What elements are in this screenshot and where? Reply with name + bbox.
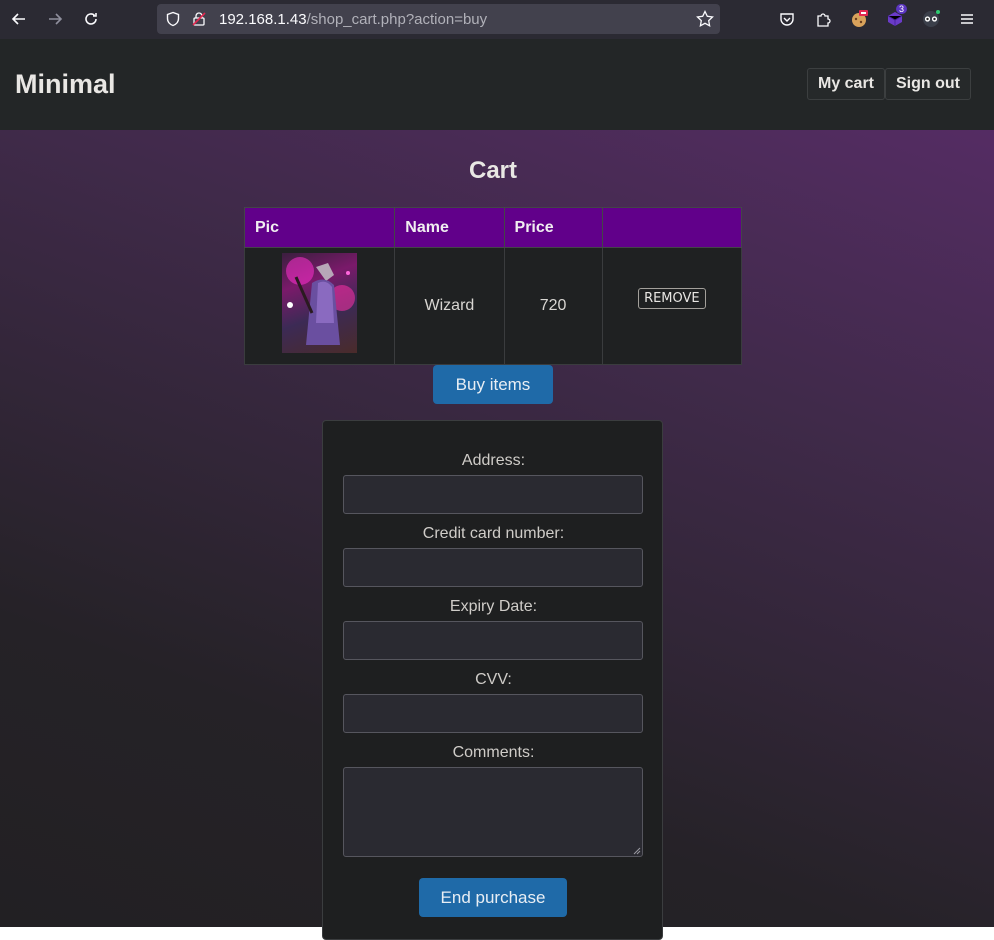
bookmark-star-icon[interactable] — [696, 9, 714, 32]
checkout-form: Address: Credit card number: Expiry Date… — [322, 420, 663, 940]
cube-extension-icon[interactable]: 3 — [884, 4, 908, 30]
pocket-icon[interactable] — [776, 8, 798, 30]
cvv-label: CVV: — [475, 671, 512, 688]
address-field[interactable] — [343, 475, 643, 514]
my-cart-button[interactable]: My cart — [807, 68, 885, 100]
wizard-thumbnail — [282, 252, 358, 353]
cookie-extension-icon[interactable] — [848, 8, 870, 30]
cart-title: Cart — [468, 157, 517, 184]
card-number-label: Credit card number: — [422, 525, 565, 542]
url-host: 192.168.1.43 — [219, 11, 307, 28]
product-name-cell: Wizard — [394, 247, 505, 365]
card-number-field[interactable] — [343, 548, 643, 587]
comments-textarea[interactable] — [343, 767, 643, 857]
address-bar[interactable]: 192.168.1.43/shop_cart.php?action=buy — [157, 4, 720, 34]
brand-title[interactable]: Minimal — [15, 69, 116, 100]
buy-items-button[interactable]: Buy items — [433, 365, 553, 404]
sign-out-button[interactable]: Sign out — [885, 68, 971, 100]
expiry-date-label: Expiry Date: — [449, 598, 538, 615]
address-label: Address: — [461, 452, 526, 469]
browser-toolbar: 192.168.1.43/shop_cart.php?action=buy 3 — [0, 0, 994, 39]
site-header: Minimal My cart Sign out — [0, 39, 994, 130]
back-icon[interactable] — [8, 8, 30, 30]
cvv-field[interactable] — [343, 694, 643, 733]
expiry-date-field[interactable] — [343, 621, 643, 660]
url-path: /shop_cart.php?action=buy — [306, 11, 488, 28]
menu-hamburger-icon[interactable] — [956, 8, 978, 30]
url-text: 192.168.1.43/shop_cart.php?action=buy — [219, 11, 487, 28]
column-header-pic: Pic — [243, 207, 396, 248]
cart-table: Pic Name Price Wizard 720 REMOVE — [243, 207, 743, 365]
end-purchase-button[interactable]: End purchase — [419, 878, 567, 917]
extension-badge: 3 — [896, 4, 908, 14]
column-header-name: Name — [394, 207, 505, 248]
product-pic-cell — [243, 247, 396, 365]
reload-icon[interactable] — [80, 8, 102, 30]
insecure-lock-icon[interactable] — [191, 11, 207, 31]
forward-icon[interactable] — [44, 8, 66, 30]
extensions-puzzle-icon[interactable] — [812, 8, 834, 30]
cart-header-row: Pic Name Price — [243, 207, 743, 248]
product-actions-cell: REMOVE — [601, 247, 743, 365]
shield-icon[interactable] — [165, 11, 181, 31]
column-header-price: Price — [503, 207, 603, 248]
remove-button[interactable]: REMOVE — [638, 287, 706, 309]
table-row: Wizard 720 REMOVE — [243, 247, 743, 365]
product-price-cell: 720 — [503, 247, 603, 365]
page-body: Minimal My cart Sign out Cart Pic Name P… — [0, 39, 994, 940]
mask-extension-icon[interactable] — [920, 8, 942, 30]
comments-label: Comments: — [452, 744, 535, 761]
resize-handle-icon[interactable] — [633, 847, 641, 855]
column-header-actions — [601, 207, 743, 248]
